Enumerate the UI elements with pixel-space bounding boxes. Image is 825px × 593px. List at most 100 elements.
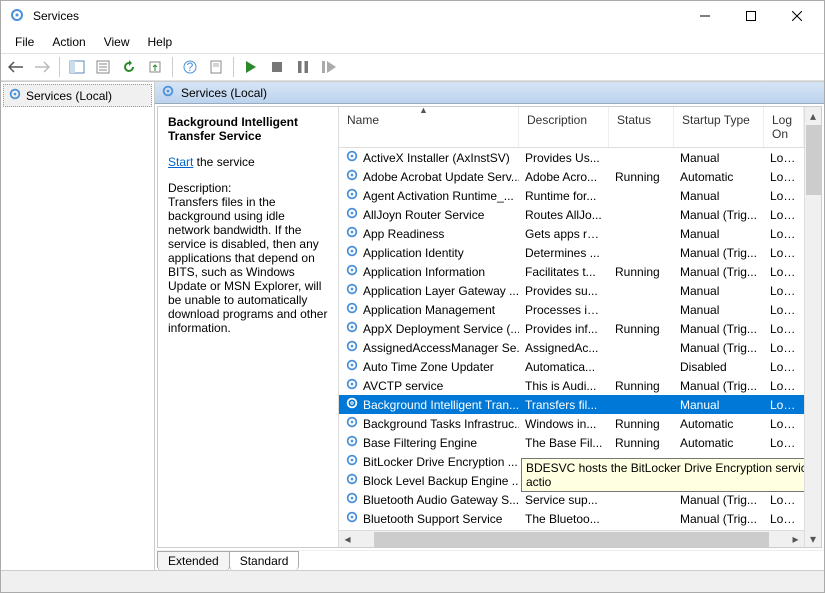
service-row[interactable]: Bluetooth Audio Gateway S...Service sup.… (339, 490, 804, 509)
service-row[interactable]: Bluetooth User Support Ser...The Bluetoo… (339, 528, 804, 530)
detail-description: Description: Transfers files in the back… (168, 181, 328, 335)
service-description: Routes AllJo... (519, 208, 609, 222)
service-row[interactable]: Application IdentityDetermines ...Manual… (339, 243, 804, 262)
service-row[interactable]: Agent Activation Runtime_...Runtime for.… (339, 186, 804, 205)
service-startup-type: Automatic (674, 170, 764, 184)
scroll-left-button[interactable]: ◂ (339, 531, 356, 548)
menu-help[interactable]: Help (140, 33, 181, 51)
start-service-line: Start the service (168, 155, 328, 169)
menu-file[interactable]: File (7, 33, 42, 51)
horizontal-scrollbar[interactable]: ◂ ▸ (339, 530, 804, 547)
gear-icon (345, 206, 359, 223)
column-name[interactable]: Name▲ (339, 107, 519, 147)
service-row[interactable]: AssignedAccessManager Se...AssignedAc...… (339, 338, 804, 357)
column-log-on[interactable]: Log On (764, 107, 804, 147)
forward-button[interactable] (31, 56, 53, 78)
service-row[interactable]: ActiveX Installer (AxInstSV)Provides Us.… (339, 148, 804, 167)
service-description: Provides su... (519, 284, 609, 298)
tab-standard[interactable]: Standard (229, 551, 300, 570)
tab-extended[interactable]: Extended (157, 551, 230, 570)
service-row[interactable]: Bluetooth Support ServiceThe Bluetoo...M… (339, 509, 804, 528)
service-row[interactable]: AVCTP serviceThis is Audi...RunningManua… (339, 376, 804, 395)
sort-indicator-icon: ▲ (419, 107, 428, 115)
service-description: The Base Fil... (519, 436, 609, 450)
service-description: Facilitates t... (519, 265, 609, 279)
service-status: Running (609, 379, 674, 393)
status-bar (1, 570, 824, 592)
refresh-button[interactable] (118, 56, 140, 78)
toolbar-separator (233, 57, 234, 77)
service-row[interactable]: App ReadinessGets apps re...ManualLocal … (339, 224, 804, 243)
service-startup-type: Manual (674, 151, 764, 165)
scroll-down-button[interactable]: ▾ (805, 530, 822, 547)
service-log-on: Local Se (764, 436, 804, 450)
service-name: Agent Activation Runtime_... (363, 189, 514, 203)
gear-icon (161, 84, 175, 101)
console-tree: Services (Local) (1, 82, 155, 570)
service-log-on: Local Se (764, 379, 804, 393)
menu-bar: File Action View Help (1, 31, 824, 53)
restart-service-button[interactable] (318, 56, 340, 78)
service-row[interactable]: Background Intelligent Tran...Transfers … (339, 395, 804, 414)
menu-action[interactable]: Action (44, 33, 93, 51)
vertical-scrollbar[interactable]: ▴ ▾ (804, 107, 821, 547)
service-row[interactable]: AppX Deployment Service (...Provides inf… (339, 319, 804, 338)
service-status: Running (609, 436, 674, 450)
help-button[interactable]: ? (179, 56, 201, 78)
column-description[interactable]: Description (519, 107, 609, 147)
service-name: BitLocker Drive Encryption ... (363, 455, 518, 469)
pause-service-button[interactable] (292, 56, 314, 78)
service-name: AllJoyn Router Service (363, 208, 484, 222)
service-row[interactable]: Auto Time Zone UpdaterAutomatica...Disab… (339, 357, 804, 376)
service-log-on: Local Sy (764, 303, 804, 317)
scroll-up-button[interactable]: ▴ (805, 107, 822, 124)
service-description: Automatica... (519, 360, 609, 374)
service-log-on: Local Se (764, 360, 804, 374)
service-row[interactable]: Background Tasks Infrastruc...Windows in… (339, 414, 804, 433)
gear-icon (345, 415, 359, 432)
service-name: Application Identity (363, 246, 464, 260)
service-name: AVCTP service (363, 379, 443, 393)
service-row[interactable]: Application Layer Gateway ...Provides su… (339, 281, 804, 300)
gear-icon (8, 87, 22, 104)
service-name: Background Intelligent Tran... (363, 398, 519, 412)
properties-sheet-button[interactable] (205, 56, 227, 78)
column-status[interactable]: Status (609, 107, 674, 147)
service-row[interactable]: Application ManagementProcesses in...Man… (339, 300, 804, 319)
service-status: Running (609, 265, 674, 279)
toolbar-separator (59, 57, 60, 77)
scroll-thumb-v[interactable] (806, 125, 821, 195)
scroll-right-button[interactable]: ▸ (787, 531, 804, 548)
gear-icon (345, 434, 359, 451)
service-description: Determines ... (519, 246, 609, 260)
export-button[interactable] (144, 56, 166, 78)
tree-node-services-local[interactable]: Services (Local) (3, 84, 152, 107)
service-description: AssignedAc... (519, 341, 609, 355)
list-body[interactable]: ActiveX Installer (AxInstSV)Provides Us.… (339, 148, 804, 530)
menu-view[interactable]: View (96, 33, 138, 51)
service-name: Base Filtering Engine (363, 436, 477, 450)
properties-button[interactable] (92, 56, 114, 78)
service-row[interactable]: AllJoyn Router ServiceRoutes AllJo...Man… (339, 205, 804, 224)
maximize-button[interactable] (728, 1, 774, 31)
service-row[interactable]: Adobe Acrobat Update Serv...Adobe Acro..… (339, 167, 804, 186)
gear-icon (345, 263, 359, 280)
start-service-link[interactable]: Start (168, 155, 193, 169)
gear-icon (345, 320, 359, 337)
service-row[interactable]: Base Filtering Engine The Base Fil...Runn… (339, 433, 804, 452)
service-name: Application Layer Gateway ... (363, 284, 519, 298)
start-service-button[interactable] (240, 56, 262, 78)
service-row[interactable]: Application InformationFacilitates t...R… (339, 262, 804, 281)
minimize-button[interactable] (682, 1, 728, 31)
scroll-thumb-h[interactable] (374, 532, 769, 547)
service-name: App Readiness (363, 227, 444, 241)
service-name: AssignedAccessManager Se... (363, 341, 519, 355)
service-log-on: Local Sy (764, 417, 804, 431)
stop-service-button[interactable] (266, 56, 288, 78)
close-button[interactable] (774, 1, 820, 31)
column-startup-type[interactable]: Startup Type (674, 107, 764, 147)
description-label: Description: (168, 181, 328, 195)
back-button[interactable] (5, 56, 27, 78)
show-hide-tree-button[interactable] (66, 56, 88, 78)
service-log-on: Local Sy (764, 398, 804, 412)
